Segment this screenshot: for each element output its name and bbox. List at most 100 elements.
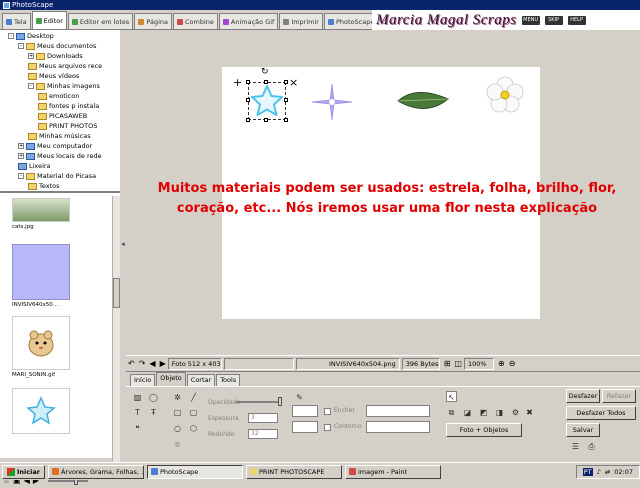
eyedropper-icon[interactable]: ✎ [294,392,305,403]
fill-checkbox[interactable] [324,408,331,415]
zoom-out-icon[interactable]: ⊖ [509,359,516,368]
skip-badge[interactable]: SKIP [544,15,563,25]
taskbar-item-folder[interactable]: PRINT PHOTOSCAPE [245,464,342,479]
help-badge[interactable]: HELP [567,15,586,25]
start-button[interactable]: Iniciar [2,464,45,479]
undo-all-button[interactable]: Desfazer Todos [566,406,636,420]
collapse-arrow-icon[interactable]: ◂ [121,240,125,248]
tree-node[interactable]: Textos [28,181,60,191]
zoom-in-icon[interactable]: ⊕ [498,359,505,368]
resize-handle[interactable] [284,98,288,102]
rotate-right-icon[interactable]: ↷ [139,359,146,368]
expand-icon[interactable]: + [28,53,34,59]
speech-bubble-icon[interactable]: ◯ [148,392,159,403]
tree-node[interactable]: Meus vídeos [28,71,79,81]
leaf-object[interactable] [396,89,450,113]
tab-object[interactable]: Objeto [156,372,186,386]
fill-color-select[interactable] [292,405,318,417]
language-indicator[interactable]: PT [582,467,593,476]
tree-node[interactable]: + Meus locais de rede [18,151,102,161]
volume-icon[interactable]: ♪ [597,468,601,476]
tab-home[interactable]: Início [130,374,156,386]
thumbnail-item[interactable] [12,388,70,436]
text-icon[interactable]: T [132,407,143,418]
thumbnail-item[interactable]: MARI_SONIN.gif [12,316,70,378]
expand-icon[interactable]: + [18,153,24,159]
send-back-icon[interactable]: ◨ [494,407,505,418]
scrollbar-thumb[interactable] [113,278,120,308]
taskbar-item-browser[interactable]: Árvores, Grama, Folhas, ... [47,464,144,479]
thumbnail-item[interactable]: cats.jpg [12,198,70,230]
tree-node[interactable]: Lixeira [18,161,51,171]
clock[interactable]: 02:07 [614,468,633,476]
resize-handle[interactable] [284,80,288,84]
slider-knob[interactable] [278,397,282,406]
next-image-icon[interactable]: ▶ [160,359,166,368]
layer-icon[interactable]: ◪ [462,407,473,418]
tab-combine[interactable]: Combine [172,13,218,29]
thumbnail-item[interactable]: INVISIV640x50... [12,244,70,308]
network-icon[interactable]: ⇄ [605,468,610,476]
opacity-slider[interactable] [236,397,282,406]
sparkle-object[interactable] [312,84,352,120]
magic-icon[interactable]: ✲ [172,392,183,403]
tab-page[interactable]: Página [134,13,172,29]
delete-icon[interactable]: ✖ [524,407,535,418]
printer-icon[interactable]: ⎙ [586,441,597,452]
outline-color-select[interactable] [292,421,318,433]
actual-size-icon[interactable]: ◫ [454,359,462,368]
image-icon[interactable]: ▨ [132,392,143,403]
tree-node[interactable]: - Minhas imagens [28,81,100,91]
redo-button[interactable]: Refazer [602,389,636,403]
tree-node[interactable]: + Downloads [28,51,83,61]
close-object-icon[interactable]: × [289,76,298,89]
undo-button[interactable]: Desfazer [566,389,600,403]
thickness-input[interactable]: 3 [248,413,278,423]
tab-editor[interactable]: Editor [31,11,67,29]
tree-node[interactable]: + Meu computador [18,141,92,151]
taskbar-item-paint[interactable]: imagem - Paint [344,464,441,479]
collapse-icon[interactable]: - [8,33,14,39]
tab-tela[interactable]: Tela [2,13,31,29]
collapse-icon[interactable]: - [18,173,24,179]
hexagon-icon[interactable]: ⬡ [188,423,199,434]
tree-node[interactable]: PRINT PHOTOS [38,121,97,131]
photo-objects-button[interactable]: Foto + Objetos [446,423,522,437]
tab-photoscape[interactable]: PhotoScape [323,13,379,29]
radius-input[interactable]: 32 [248,429,278,439]
rotate-left-icon[interactable]: ↶ [128,359,135,368]
tab-crop[interactable]: Cortar [186,374,216,386]
zoom-fit-icon[interactable]: ⊞ [444,359,451,368]
star-shape-icon[interactable]: ☆ [172,439,183,450]
rectangle-icon[interactable]: □ [172,407,183,418]
tab-tools[interactable]: Tools [216,374,241,386]
prev-image-icon[interactable]: ◀ [149,359,155,368]
flower-object[interactable] [486,76,524,114]
tab-gif-animation[interactable]: Animação Gif [218,13,279,29]
tree-node[interactable]: PICASAWEB [38,111,87,121]
circle-icon[interactable]: ○ [172,423,183,434]
thumbnail-scrollbar[interactable] [112,196,120,471]
tree-node[interactable]: - Desktop [8,31,54,41]
rounded-rect-icon[interactable]: ▢ [188,407,199,418]
rotate-handle-icon[interactable]: ↻ [261,67,269,77]
plus-icon[interactable]: + [233,76,242,89]
collapse-icon[interactable]: - [28,83,34,89]
tree-node[interactable]: emoticon [38,91,79,101]
collapse-icon[interactable]: - [18,43,24,49]
pointer-icon[interactable]: ↖ [446,391,457,402]
tab-batch-editor[interactable]: Editor em lotes [67,13,134,29]
copy-icon[interactable]: ⧉ [446,407,457,418]
tree-node[interactable]: fontes p instala [38,101,99,111]
tree-node[interactable]: Minhas músicas [28,131,91,141]
settings-icon[interactable]: ⚙ [510,407,521,418]
zoom-level[interactable]: 100% [463,357,494,370]
line-icon[interactable]: ╱ [188,392,199,403]
fill-color-picker[interactable] [366,405,430,417]
outline-checkbox[interactable] [324,424,331,431]
menu-icon[interactable]: ☰ [570,441,581,452]
tree-node[interactable]: - Material do Picasa [18,171,96,181]
resize-handle[interactable] [284,118,288,122]
tab-print[interactable]: Imprimir [279,13,323,29]
menu-badge[interactable]: MENU [521,15,540,25]
